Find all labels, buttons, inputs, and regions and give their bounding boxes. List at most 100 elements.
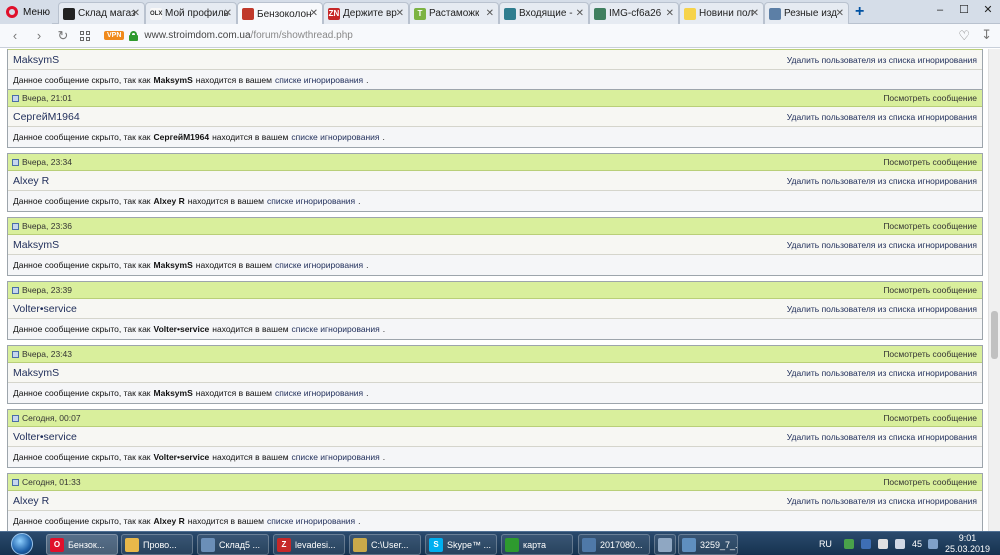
tab-2[interactable]: OLX Мой профиль ✕ xyxy=(145,2,237,24)
post-icon xyxy=(12,222,19,230)
heart-icon[interactable]: ♡ xyxy=(958,28,970,44)
taskbar-item-10[interactable]: 3259_7_... xyxy=(678,534,738,555)
taskbar-item-1[interactable]: O Бензок... xyxy=(46,534,118,555)
view-post-link[interactable]: Посмотреть сообщение xyxy=(883,285,977,295)
tab-7[interactable]: IMG-cf6a26 ✕ xyxy=(589,2,679,24)
taskbar-item-5[interactable]: C:\User... xyxy=(349,534,421,555)
back-button[interactable]: ‹ xyxy=(6,27,24,45)
lock-icon[interactable] xyxy=(129,30,139,41)
ignore-list-link[interactable]: списке игнорирования xyxy=(291,132,379,142)
tab-close-icon[interactable]: ✕ xyxy=(576,8,584,19)
post-username[interactable]: MaksymS xyxy=(13,367,59,379)
olx-icon: OLX xyxy=(150,7,162,20)
post-date-text: Сегодня, 00:07 xyxy=(22,413,81,423)
url-field[interactable]: www.stroimdom.com.ua/forum/showthread.ph… xyxy=(144,30,352,41)
language-indicator[interactable]: RU xyxy=(819,539,832,549)
tab-6[interactable]: Входящие - ✕ xyxy=(499,2,589,24)
unignore-user-link[interactable]: Удалить пользователя из списка игнориров… xyxy=(787,176,977,186)
tray-flag-icon[interactable] xyxy=(877,539,888,549)
ignore-list-link[interactable]: списке игнорирования xyxy=(267,196,355,206)
tab-close-icon[interactable]: ✕ xyxy=(396,8,404,19)
post-username[interactable]: MaksymS xyxy=(13,239,59,251)
tray-volume-icon[interactable] xyxy=(894,539,905,549)
tab-close-icon[interactable]: ✕ xyxy=(666,8,674,19)
post-username[interactable]: Volter•service xyxy=(13,303,77,315)
opera-icon: O xyxy=(50,537,64,552)
maximize-button[interactable]: ☐ xyxy=(952,0,976,20)
start-button[interactable] xyxy=(4,532,40,555)
ignore-list-link[interactable]: списке игнорирования xyxy=(275,388,363,398)
reload-button[interactable]: ↻ xyxy=(54,27,72,45)
tab-close-icon[interactable]: ✕ xyxy=(310,8,318,19)
hidden-username: Alxey R xyxy=(153,516,185,526)
taskbar-item-6[interactable]: S Skype™ ... xyxy=(425,534,497,555)
folder-icon xyxy=(125,537,139,552)
forward-button[interactable]: › xyxy=(30,27,48,45)
tab-close-icon[interactable]: ✕ xyxy=(836,8,844,19)
post-icon xyxy=(12,414,19,422)
ignore-list-link[interactable]: списке игнорирования xyxy=(292,324,380,334)
speed-dial-icon[interactable] xyxy=(80,30,90,41)
post-username[interactable]: MaksymS xyxy=(13,54,59,66)
view-post-link[interactable]: Посмотреть сообщение xyxy=(883,221,977,231)
unignore-user-link[interactable]: Удалить пользователя из списка игнориров… xyxy=(787,240,977,250)
vpn-badge[interactable]: VPN xyxy=(104,31,125,40)
taskbar-item-label: Skype™ ... xyxy=(447,539,492,550)
taskbar-item-3[interactable]: Склад5 ... xyxy=(197,534,269,555)
minimize-button[interactable]: ‒ xyxy=(928,0,952,20)
tab-8[interactable]: Новини пол ✕ xyxy=(679,2,764,24)
tab-1[interactable]: Склад магаз ✕ xyxy=(58,2,145,24)
tab-5[interactable]: T Растаможк ✕ xyxy=(409,2,499,24)
view-post-link[interactable]: Посмотреть сообщение xyxy=(883,413,977,423)
hidden-suffix: . xyxy=(358,516,361,526)
view-post-link[interactable]: Посмотреть сообщение xyxy=(883,349,977,359)
system-clock[interactable]: 9:01 25.03.2019 xyxy=(945,533,990,555)
tab-close-icon[interactable]: ✕ xyxy=(224,8,232,19)
hidden-message-notice: Данное сообщение скрыто, так как СергейМ1… xyxy=(8,127,982,147)
download-icon[interactable]: ↧ xyxy=(981,27,992,43)
tray-app-icon[interactable] xyxy=(860,539,871,549)
tab-9[interactable]: Резные изд ✕ xyxy=(764,2,849,24)
unignore-user-link[interactable]: Удалить пользователя из списка игнориров… xyxy=(787,432,977,442)
taskbar-item-2[interactable]: Прово... xyxy=(121,534,193,555)
post-username[interactable]: Alxey R xyxy=(13,175,49,187)
scrollbar-thumb[interactable] xyxy=(991,311,998,359)
hidden-message-notice: Данное сообщение скрыто, так как MaksymS н… xyxy=(8,383,982,403)
unignore-user-link[interactable]: Удалить пользователя из списка игнориров… xyxy=(787,368,977,378)
post-username[interactable]: Alxey R xyxy=(13,495,49,507)
view-post-link[interactable]: Посмотреть сообщение xyxy=(883,93,977,103)
unignore-user-link[interactable]: Удалить пользователя из списка игнориров… xyxy=(787,496,977,506)
ignore-list-link[interactable]: списке игнорирования xyxy=(267,516,355,526)
new-tab-button[interactable]: + xyxy=(855,3,864,21)
ignore-list-link[interactable]: списке игнорирования xyxy=(292,452,380,462)
bookmark-icon xyxy=(63,7,75,20)
tab-4[interactable]: ZN Держите вр ✕ xyxy=(323,2,409,24)
tray-network-icon[interactable] xyxy=(843,539,854,549)
taskbar-item-4[interactable]: Zlevadesi... xyxy=(273,534,345,555)
unignore-user-link[interactable]: Удалить пользователя из списка игнориров… xyxy=(787,55,977,65)
windows-orb-icon xyxy=(11,533,33,555)
explorer-icon xyxy=(353,537,367,552)
taskbar-item-8[interactable]: 2017080... xyxy=(578,534,650,555)
tab-3[interactable]: Бензоколон ✕ xyxy=(237,2,323,25)
taskbar-item-9[interactable] xyxy=(654,534,676,555)
image-icon xyxy=(594,7,606,20)
unignore-user-link[interactable]: Удалить пользователя из списка игнориров… xyxy=(787,304,977,314)
post-username[interactable]: Volter•service xyxy=(13,431,77,443)
tab-close-icon[interactable]: ✕ xyxy=(751,8,759,19)
post-date-text: Вчера, 23:43 xyxy=(22,349,72,359)
tray-monitor-icon[interactable] xyxy=(927,539,938,549)
post-username[interactable]: СергейМ1964 xyxy=(13,111,80,123)
view-post-link[interactable]: Посмотреть сообщение xyxy=(883,157,977,167)
taskbar-item-7[interactable]: карта xyxy=(501,534,573,555)
page-scrollbar[interactable] xyxy=(988,49,1000,531)
ignore-list-link[interactable]: списке игнорирования xyxy=(275,260,363,270)
view-post-link[interactable]: Посмотреть сообщение xyxy=(883,477,977,487)
opera-menu-button[interactable]: Меню xyxy=(0,0,52,24)
post-icon xyxy=(12,286,19,294)
tab-close-icon[interactable]: ✕ xyxy=(486,8,494,19)
close-window-button[interactable]: ✕ xyxy=(976,0,1000,20)
ignore-list-link[interactable]: списке игнорирования xyxy=(275,75,363,85)
unignore-user-link[interactable]: Удалить пользователя из списка игнориров… xyxy=(787,112,977,122)
tab-close-icon[interactable]: ✕ xyxy=(132,8,140,19)
